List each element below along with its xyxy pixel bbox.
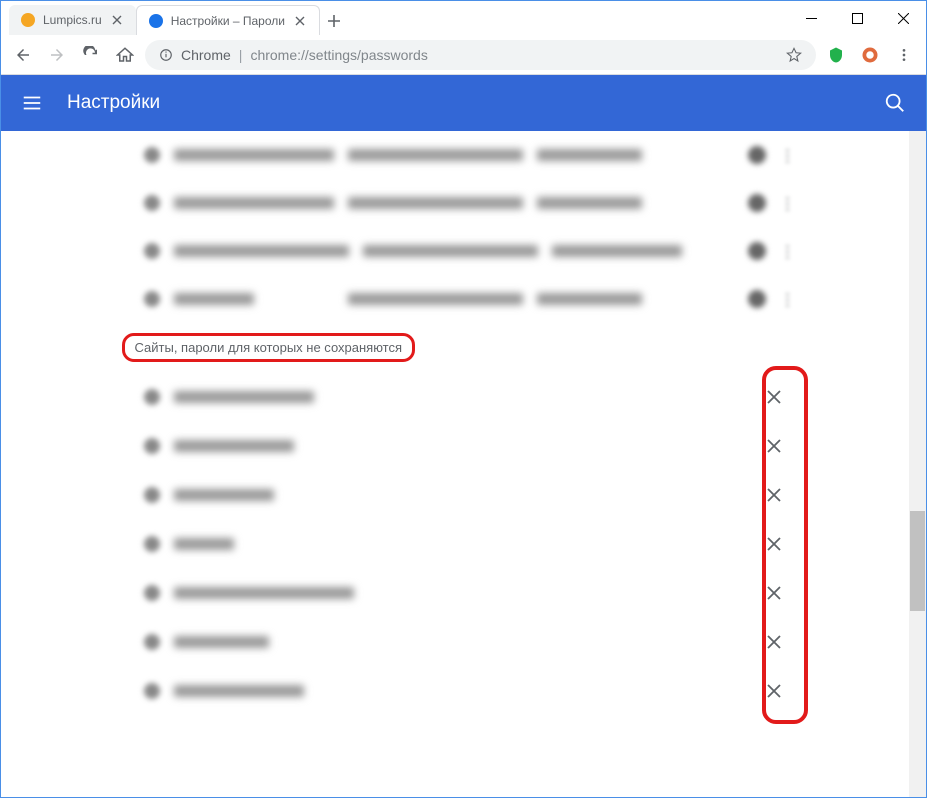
site-favicon — [144, 291, 160, 307]
site-name — [174, 391, 314, 403]
more-actions-icon[interactable]: ⋮ — [780, 290, 784, 308]
site-favicon — [144, 634, 160, 650]
username — [348, 293, 523, 305]
site-favicon — [144, 487, 160, 503]
username — [348, 149, 523, 161]
extension-shield-icon[interactable] — [822, 41, 850, 69]
minimize-button[interactable] — [788, 1, 834, 35]
scrollbar-track[interactable] — [909, 131, 926, 797]
browser-toolbar: Chrome | chrome://settings/passwords — [1, 35, 926, 75]
more-actions-icon[interactable]: ⋮ — [780, 194, 784, 212]
password-masked — [537, 197, 642, 209]
site-favicon — [144, 683, 160, 699]
never-save-row — [124, 470, 804, 519]
more-actions-icon[interactable]: ⋮ — [780, 146, 784, 164]
site-name — [174, 587, 354, 599]
favicon-settings — [149, 14, 163, 28]
password-row[interactable]: ⋮ — [124, 275, 804, 323]
never-save-heading: Сайты, пароли для которых не сохраняются — [122, 333, 416, 362]
site-name — [174, 538, 234, 550]
password-row[interactable]: ⋮ — [124, 227, 804, 275]
scrollbar-thumb[interactable] — [910, 511, 925, 611]
tab-title: Настройки – Пароли — [171, 14, 285, 28]
back-button[interactable] — [9, 41, 37, 69]
password-row[interactable]: ⋮ — [124, 131, 804, 179]
site-favicon — [144, 536, 160, 552]
settings-body: ⋮ ⋮ — [1, 131, 926, 797]
never-save-row — [124, 666, 804, 715]
show-password-icon[interactable] — [748, 242, 766, 260]
never-save-row — [124, 421, 804, 470]
tab-settings-passwords[interactable]: Настройки – Пароли — [136, 5, 320, 35]
show-password-icon[interactable] — [748, 194, 766, 212]
search-icon[interactable] — [884, 92, 906, 114]
more-actions-icon[interactable]: ⋮ — [780, 242, 784, 260]
password-masked — [537, 293, 642, 305]
annotation-highlight — [762, 366, 808, 724]
site-name — [174, 197, 334, 209]
site-name — [174, 636, 269, 648]
password-masked — [552, 245, 682, 257]
close-icon[interactable] — [293, 14, 307, 28]
forward-button[interactable] — [43, 41, 71, 69]
browser-menu-button[interactable] — [890, 41, 918, 69]
never-save-row — [124, 568, 804, 617]
omnibox-origin-label: Chrome — [181, 47, 231, 63]
star-icon[interactable] — [786, 47, 802, 63]
browser-window: Lumpics.ru Настройки – Пароли — [0, 0, 927, 798]
omnibox-divider: | — [239, 47, 243, 63]
maximize-button[interactable] — [834, 1, 880, 35]
site-favicon — [144, 243, 160, 259]
site-favicon — [144, 147, 160, 163]
tabs-area: Lumpics.ru Настройки – Пароли — [1, 1, 788, 35]
site-name — [174, 440, 294, 452]
settings-header: Настройки — [1, 75, 926, 131]
content-area: Настройки ⋮ — [1, 75, 926, 797]
site-name — [174, 245, 349, 257]
window-controls — [788, 1, 926, 35]
username — [363, 245, 538, 257]
new-tab-button[interactable] — [320, 7, 348, 35]
menu-icon[interactable] — [21, 92, 43, 114]
username — [348, 197, 523, 209]
extension-adblock-icon[interactable] — [856, 41, 884, 69]
never-save-row — [124, 519, 804, 568]
titlebar: Lumpics.ru Настройки – Пароли — [1, 1, 926, 35]
never-save-row — [124, 372, 804, 421]
tab-lumpics[interactable]: Lumpics.ru — [9, 5, 136, 35]
page-title: Настройки — [67, 92, 860, 114]
site-favicon — [144, 195, 160, 211]
never-save-row — [124, 617, 804, 666]
site-name — [174, 489, 274, 501]
secure-icon — [159, 48, 173, 62]
home-button[interactable] — [111, 41, 139, 69]
close-window-button[interactable] — [880, 1, 926, 35]
password-masked — [537, 149, 642, 161]
site-favicon — [144, 438, 160, 454]
omnibox-url: chrome://settings/passwords — [250, 47, 427, 63]
favicon-lumpics — [21, 13, 35, 27]
address-bar[interactable]: Chrome | chrome://settings/passwords — [145, 40, 816, 70]
show-password-icon[interactable] — [748, 290, 766, 308]
settings-panel: ⋮ ⋮ — [124, 131, 804, 797]
site-name — [174, 149, 334, 161]
reload-button[interactable] — [77, 41, 105, 69]
site-favicon — [144, 389, 160, 405]
password-row[interactable]: ⋮ — [124, 179, 804, 227]
site-favicon — [144, 585, 160, 601]
close-icon[interactable] — [110, 13, 124, 27]
site-name — [174, 293, 254, 305]
show-password-icon[interactable] — [748, 146, 766, 164]
site-name — [174, 685, 304, 697]
tab-title: Lumpics.ru — [43, 13, 102, 27]
